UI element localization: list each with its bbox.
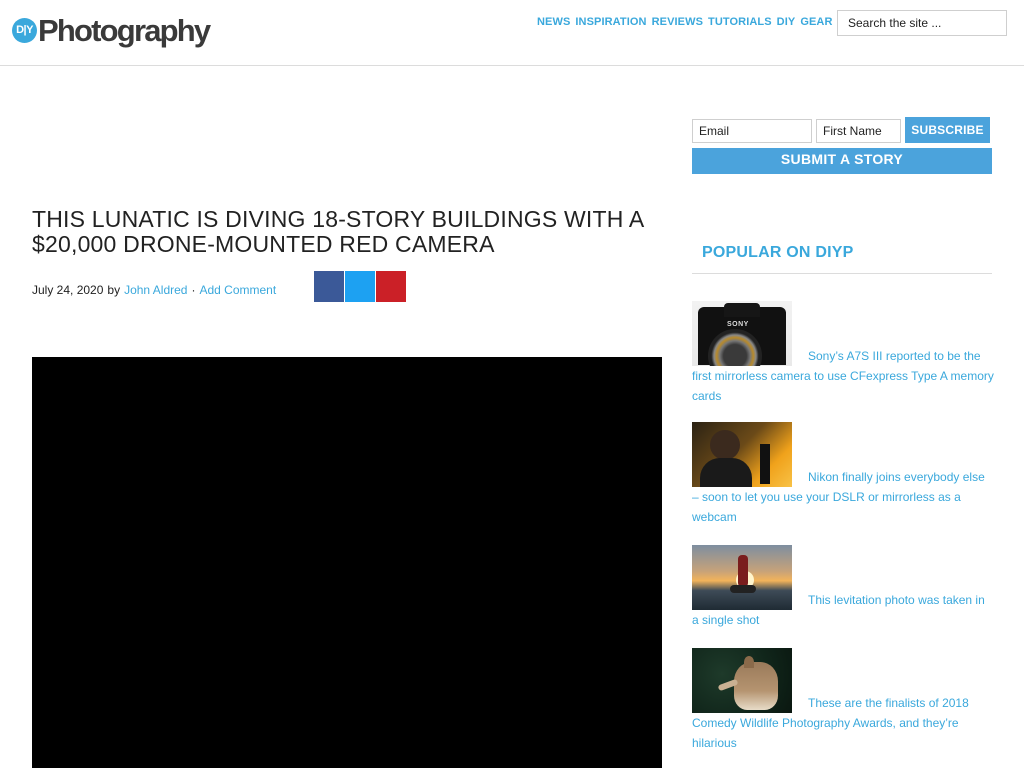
nav-news[interactable]: NEWS [537,16,570,28]
pinterest-share-button[interactable] [376,271,406,302]
article-meta: July 24, 2020 by John Aldred · Add Comme… [32,283,276,297]
twitter-share-button[interactable] [345,271,375,302]
add-comment-link[interactable]: Add Comment [199,283,276,297]
by-label: by [107,283,121,297]
main-nav: NEWS INSPIRATION REVIEWS TUTORIALS DIY G… [537,16,833,28]
article-title: THIS LUNATIC IS DIVING 18-STORY BUILDING… [32,206,644,257]
nav-tutorials[interactable]: TUTORIALS [708,16,772,28]
submit-story-button[interactable]: SUBMIT A STORY [692,148,992,174]
logo-text: Photography [38,12,211,48]
nav-gear[interactable]: GEAR [800,16,832,28]
meta-separator: · [191,283,196,297]
first-name-field[interactable] [816,119,901,143]
site-header: D|Y Photography NEWS INSPIRATION REVIEWS… [0,0,1024,66]
subscribe-button[interactable]: SUBSCRIBE [905,117,990,143]
share-buttons [314,271,406,302]
nav-reviews[interactable]: REVIEWS [652,16,703,28]
nav-inspiration[interactable]: INSPIRATION [575,16,646,28]
logo-badge: D|Y [12,17,37,43]
article-date: July 24, 2020 [32,283,104,297]
email-field[interactable] [692,119,812,143]
post-thumbnail-squirrel[interactable] [692,648,792,713]
popular-post[interactable]: These are the finalists of 2018 Comedy W… [692,648,994,753]
facebook-share-button[interactable] [314,271,344,302]
video-player[interactable] [32,357,662,768]
nav-diy[interactable]: DIY [777,16,796,28]
search-input[interactable] [837,10,1007,36]
post-thumbnail-levitation[interactable] [692,545,792,610]
popular-divider [692,273,992,274]
author-link[interactable]: John Aldred [124,283,187,297]
popular-post[interactable]: SONY Sony’s A7S III reported to be the f… [692,301,994,406]
popular-post[interactable]: Nikon finally joins everybody else – soo… [692,422,994,527]
site-logo[interactable]: D|Y Photography [12,12,211,48]
post-thumbnail-webcam[interactable] [692,422,792,487]
popular-post[interactable]: This levitation photo was taken in a sin… [692,545,994,630]
post-thumbnail-camera[interactable]: SONY [692,301,792,366]
popular-heading: POPULAR ON DIYP [702,244,854,261]
